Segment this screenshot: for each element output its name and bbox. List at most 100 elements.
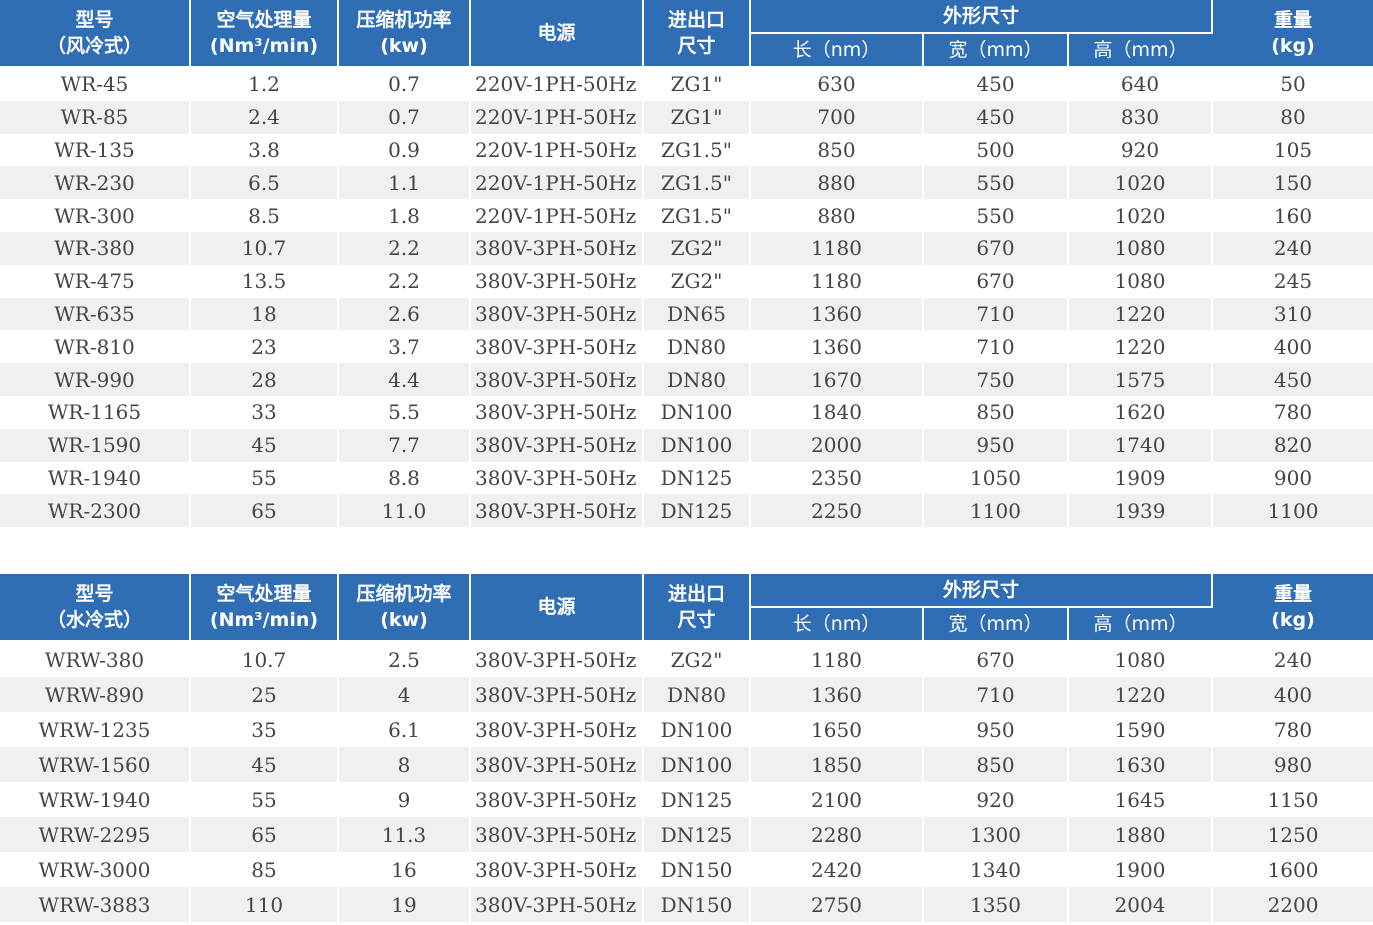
cell-model: WR-1165 [0,395,191,429]
cell-air-capacity: 45 [190,428,339,462]
table-row: WR-380 10.7 2.2 380V-3PH-50Hz ZG2" 1180 670 108… [0,231,1373,265]
cell-compressor-power: 4 [338,677,471,712]
header-air-capacity: 空气处理量 (Nm³/min) [190,0,339,68]
header-length: 长（nm） [750,607,924,642]
cell-air-capacity: 23 [190,330,339,364]
header-dimensions: 外形尺寸 [750,0,1214,34]
cell-power-supply: 380V-3PH-50Hz [470,887,644,922]
cell-height: 830 [1068,100,1214,134]
cell-compressor-power: 11.0 [338,494,471,528]
table-row: WR-300 8.5 1.8 220V-1PH-50Hz ZG1.5" 880 550 102… [0,199,1373,232]
cell-model: WRW-2295 [0,817,191,852]
header-model: 型号 （风冷式） [0,0,191,68]
cell-length: 700 [750,100,924,134]
cell-model: WR-475 [0,264,191,298]
cell-width: 670 [923,264,1069,298]
cell-width: 710 [923,297,1069,331]
cell-length: 1670 [750,363,924,396]
cell-height: 1900 [1068,852,1214,887]
cell-width: 1350 [923,887,1069,922]
cell-power-supply: 380V-3PH-50Hz [470,231,644,265]
header-air-capacity: 空气处理量 (Nm³/min) [190,574,339,642]
cell-power-supply: 380V-3PH-50Hz [470,428,644,462]
cell-port-size: DN125 [643,461,751,495]
cell-weight: 780 [1212,395,1373,429]
table-row: WR-45 1.2 0.7 220V-1PH-50Hz ZG1" 630 450 640 50 [0,67,1373,101]
cell-compressor-power: 4.4 [338,363,471,396]
table-row: WR-990 28 4.4 380V-3PH-50Hz DN80 1670 750 1575 4… [0,363,1373,396]
cell-power-supply: 220V-1PH-50Hz [470,133,644,167]
cell-model: WR-230 [0,166,191,200]
air-table-body: WR-45 1.2 0.7 220V-1PH-50Hz ZG1" 630 450 640 50 W… [0,67,1373,528]
table-row: WR-475 13.5 2.2 380V-3PH-50Hz ZG2" 1180 670 108… [0,264,1373,298]
cell-port-size: DN100 [643,712,751,747]
cell-air-capacity: 25 [190,677,339,712]
cell-width: 500 [923,133,1069,167]
cell-power-supply: 380V-3PH-50Hz [470,712,644,747]
cell-height: 1020 [1068,199,1214,232]
cell-length: 2280 [750,817,924,852]
cell-height: 1220 [1068,297,1214,331]
cell-compressor-power: 0.7 [338,67,471,101]
cell-height: 1880 [1068,817,1214,852]
header-dimensions: 外形尺寸 [750,574,1214,608]
cell-port-size: ZG1" [643,67,751,101]
cell-compressor-power: 3.7 [338,330,471,364]
table-row: WRW-1940 55 9 380V-3PH-50Hz DN125 2100 920 1645… [0,782,1373,817]
cell-model: WR-45 [0,67,191,101]
cell-port-size: DN125 [643,782,751,817]
header-model: 型号 （水冷式） [0,574,191,642]
cell-power-supply: 380V-3PH-50Hz [470,461,644,495]
cell-compressor-power: 16 [338,852,471,887]
cell-height: 1630 [1068,747,1214,782]
cell-length: 1850 [750,747,924,782]
cell-height: 1939 [1068,494,1214,528]
cell-width: 1100 [923,494,1069,528]
cell-length: 1650 [750,712,924,747]
cell-width: 1050 [923,461,1069,495]
cell-power-supply: 380V-3PH-50Hz [470,395,644,429]
cell-port-size: ZG1.5" [643,166,751,200]
cell-air-capacity: 8.5 [190,199,339,232]
cell-height: 1590 [1068,712,1214,747]
cell-weight: 450 [1212,363,1373,396]
cell-model: WRW-890 [0,677,191,712]
cell-length: 1360 [750,677,924,712]
cell-height: 1620 [1068,395,1214,429]
water-cooled-spec-table: 型号 （水冷式） 空气处理量 (Nm³/min) 压缩机功率 (kw) 电源 进出口尺… [0,574,1373,922]
header-height: 高（mm） [1068,33,1213,68]
cell-length: 2750 [750,887,924,922]
cell-power-supply: 380V-3PH-50Hz [470,641,644,677]
table-row: WRW-3883 110 19 380V-3PH-50Hz DN150 2750 1350 2… [0,887,1373,922]
cell-width: 850 [923,747,1069,782]
cell-length: 1180 [750,264,924,298]
cell-port-size: DN80 [643,363,751,396]
cell-width: 950 [923,428,1069,462]
cell-air-capacity: 110 [190,887,339,922]
table-row: WRW-380 10.7 2.5 380V-3PH-50Hz ZG2" 1180 670 10… [0,641,1373,677]
water-table-body: WRW-380 10.7 2.5 380V-3PH-50Hz ZG2" 1180 670 10… [0,641,1373,922]
cell-model: WRW-1940 [0,782,191,817]
cell-weight: 80 [1212,100,1373,134]
cell-width: 670 [923,641,1069,677]
cell-width: 710 [923,677,1069,712]
header-compressor-power: 压缩机功率 (kw) [338,574,471,642]
cell-height: 1020 [1068,166,1214,200]
cell-port-size: DN150 [643,887,751,922]
cell-power-supply: 380V-3PH-50Hz [470,677,644,712]
cell-air-capacity: 85 [190,852,339,887]
cell-height: 640 [1068,67,1214,101]
cell-air-capacity: 45 [190,747,339,782]
cell-model: WR-635 [0,297,191,331]
table-row: WR-135 3.8 0.9 220V-1PH-50Hz ZG1.5" 850 500 920… [0,133,1373,167]
cell-weight: 160 [1212,199,1373,232]
cell-weight: 150 [1212,166,1373,200]
table-row: WR-810 23 3.7 380V-3PH-50Hz DN80 1360 710 1220 4… [0,330,1373,364]
header-weight: 重量 (kg) [1212,574,1373,642]
cell-weight: 1600 [1212,852,1373,887]
cell-height: 1575 [1068,363,1214,396]
cell-model: WR-810 [0,330,191,364]
cell-height: 920 [1068,133,1214,167]
cell-weight: 400 [1212,330,1373,364]
cell-model: WR-990 [0,363,191,396]
